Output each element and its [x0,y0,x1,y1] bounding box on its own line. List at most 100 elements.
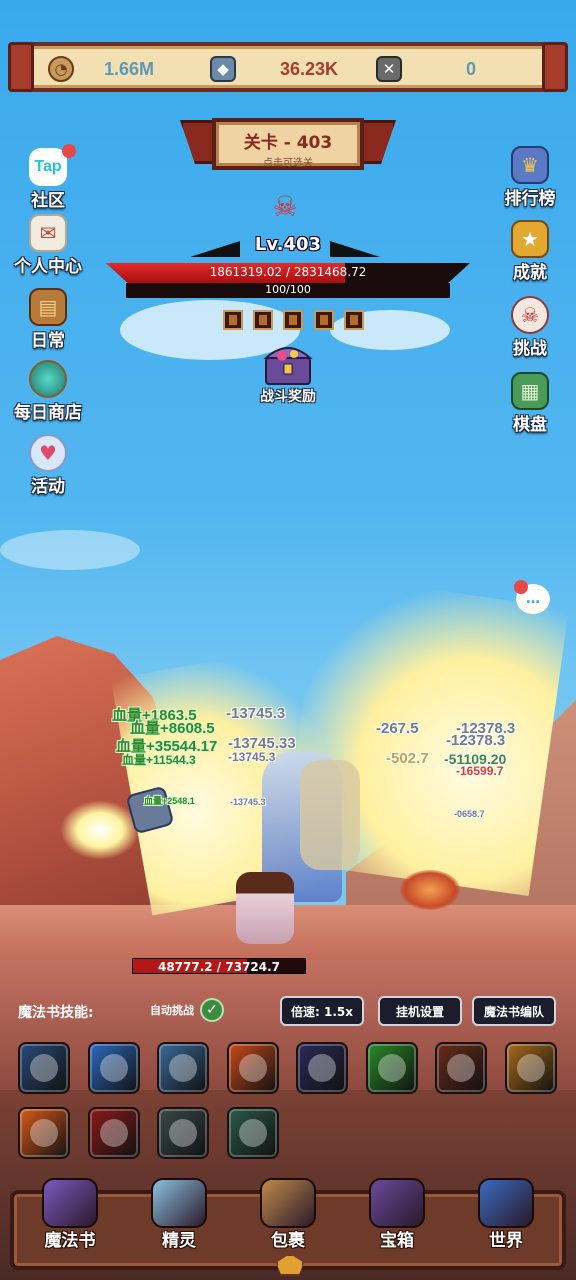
menu-event[interactable]: ♥ 活动 [0,434,96,497]
damage-number: -12378.3 [446,732,506,749]
treasure-chest-icon [369,1178,425,1228]
clock-coin-icon: ◔ [48,56,74,82]
boss-shield-text: 100/100 [265,283,311,296]
bag-icon [260,1178,316,1228]
daily-barrel-icon: ▤ [29,288,67,326]
menu-community[interactable]: Tap 社区 [0,144,96,211]
red-slash-skill-icon[interactable] [87,1107,140,1159]
spirit-crystal-icon [151,1178,207,1228]
boss-level: Lv.403 [254,234,322,255]
boss-hp-text: 1861319.02 / 2831468.72 [209,265,367,279]
resource-crystal-value: 36.23K [280,58,339,79]
damage-number: -13745.3 [226,705,286,722]
resource-gold-value: 1.66M [104,58,155,79]
nav-bag[interactable]: 包裹 [242,1178,334,1251]
ice-rain-skill-icon[interactable] [87,1042,140,1094]
magic-book-team-button[interactable]: 魔法书编队 [472,996,556,1026]
poison-cloud-skill-icon[interactable] [365,1042,418,1094]
shadow-figure-skill-icon[interactable] [296,1042,348,1094]
boss-status-icon [314,310,334,330]
shop-orb-icon [29,360,67,398]
battle-reward-chest[interactable] [256,340,320,388]
stage-title: 关卡 - 403 [243,133,333,153]
menu-ranking-label: 排行榜 [504,189,556,209]
damage-number: -13745.3 [228,750,276,764]
notification-dot [62,144,76,158]
menu-achievement-label: 成就 [513,263,547,283]
nav-spirit-crystal[interactable]: 精灵 [133,1178,225,1251]
spike-burst-skill-icon[interactable] [226,1107,279,1159]
resource-gold[interactable]: ◔ 1.66M [48,54,154,84]
light-burst-effect [60,800,140,860]
resource-bar-cap-right [542,42,568,92]
boss-angel-robe [300,760,360,870]
resource-rune[interactable]: ✕ 0 [376,54,476,84]
treasure-chest-icon [263,347,313,385]
menu-daily-shop[interactable]: 每日商店 [0,360,96,423]
menu-challenge[interactable]: ☠ 挑战 [482,296,576,359]
boss-shield-bar: 100/100 [126,283,450,298]
shadow-cannon-skill-icon[interactable] [157,1107,209,1159]
boss-status-icon [253,310,273,330]
magic-book-icon [42,1178,98,1228]
heal-number: 血量+2548.1 [144,796,195,806]
nav-magic-book[interactable]: 魔法书 [24,1178,116,1251]
battle-reward-label: 战斗奖励 [260,389,316,405]
chessboard-icon: ▦ [511,372,549,410]
player-hero [236,872,294,944]
resource-crystal[interactable]: ◆ 36.23K [210,54,338,84]
menu-challenge-label: 挑战 [513,339,547,359]
crit-damage-number: -16599.7 [456,764,504,778]
menu-chessboard[interactable]: ▦ 棋盘 [482,372,576,435]
player-hp-bar: 48777.2 / 73724.7 [132,958,306,974]
world-eye-icon [478,1178,534,1228]
auto-challenge-label: 自动挑战 [150,1004,194,1017]
player-hp-text: 48777.2 / 73724.7 [157,960,281,974]
resource-bar: ◔ 1.66M ◆ 36.23K ✕ 0 [8,42,568,92]
menu-daily[interactable]: ▤ 日常 [0,288,96,351]
boss-status-icon [283,310,303,330]
boss-status-icon [344,310,364,330]
notification-dot [514,580,528,594]
skills-label: 魔法书技能: [18,1005,94,1021]
resource-rune-value: 0 [466,58,477,79]
nav-label: 世界 [489,1231,523,1251]
stage-subtitle: 点击可选关 [263,158,313,169]
stage-selector[interactable]: 关卡 - 403 点击可选关 [180,104,396,190]
menu-ranking[interactable]: ♛ 排行榜 [482,146,576,209]
challenge-skull-icon: ☠ [511,296,549,334]
heal-number: 血量+11544.3 [122,753,196,767]
speed-button[interactable]: 倍速: 1.5x [280,996,364,1026]
nav-treasure-chest[interactable]: 宝箱 [351,1178,443,1251]
nav-label: 魔法书 [44,1231,96,1251]
nav-world-eye[interactable]: 世界 [460,1178,552,1251]
damage-number: -0658.7 [454,809,485,819]
idle-settings-button[interactable]: 挂机设置 [378,996,462,1026]
menu-event-label: 活动 [31,477,65,497]
nav-label: 宝箱 [380,1231,414,1251]
boss-status-icon [223,310,243,330]
checkmark-icon: ✓ [200,998,224,1022]
frost-burst-skill-icon[interactable] [157,1042,209,1094]
fire-tornado-skill-icon[interactable] [18,1107,70,1159]
damage-number: -502.7 [386,750,429,767]
menu-community-label: 社区 [31,191,65,211]
rune-icon: ✕ [376,56,402,82]
damage-number: -267.5 [376,720,419,737]
boss-skull-icon: ☠ [272,190,298,223]
flame-hand-skill-icon[interactable] [435,1042,487,1094]
earth-golem-skill-icon[interactable] [504,1042,557,1094]
dark-claw-skill-icon[interactable] [18,1042,70,1094]
boss-hp-bar: 1861319.02 / 2831468.72 [106,263,470,283]
fire-spirit-skill-icon[interactable] [226,1042,279,1094]
menu-daily-shop-label: 每日商店 [14,403,82,423]
ranking-trophy-icon: ♛ [511,146,549,184]
stage-plate: 关卡 - 403 点击可选关 [212,118,364,170]
auto-challenge-toggle[interactable]: 自动挑战 ✓ [150,998,224,1022]
nav-label: 精灵 [162,1231,196,1251]
crystal-icon: ◆ [210,56,236,82]
damage-number: -13745.3 [230,797,266,807]
event-cup-icon: ♥ [29,434,67,472]
fire-explosion-effect [400,870,460,910]
menu-chessboard-label: 棋盘 [513,415,547,435]
